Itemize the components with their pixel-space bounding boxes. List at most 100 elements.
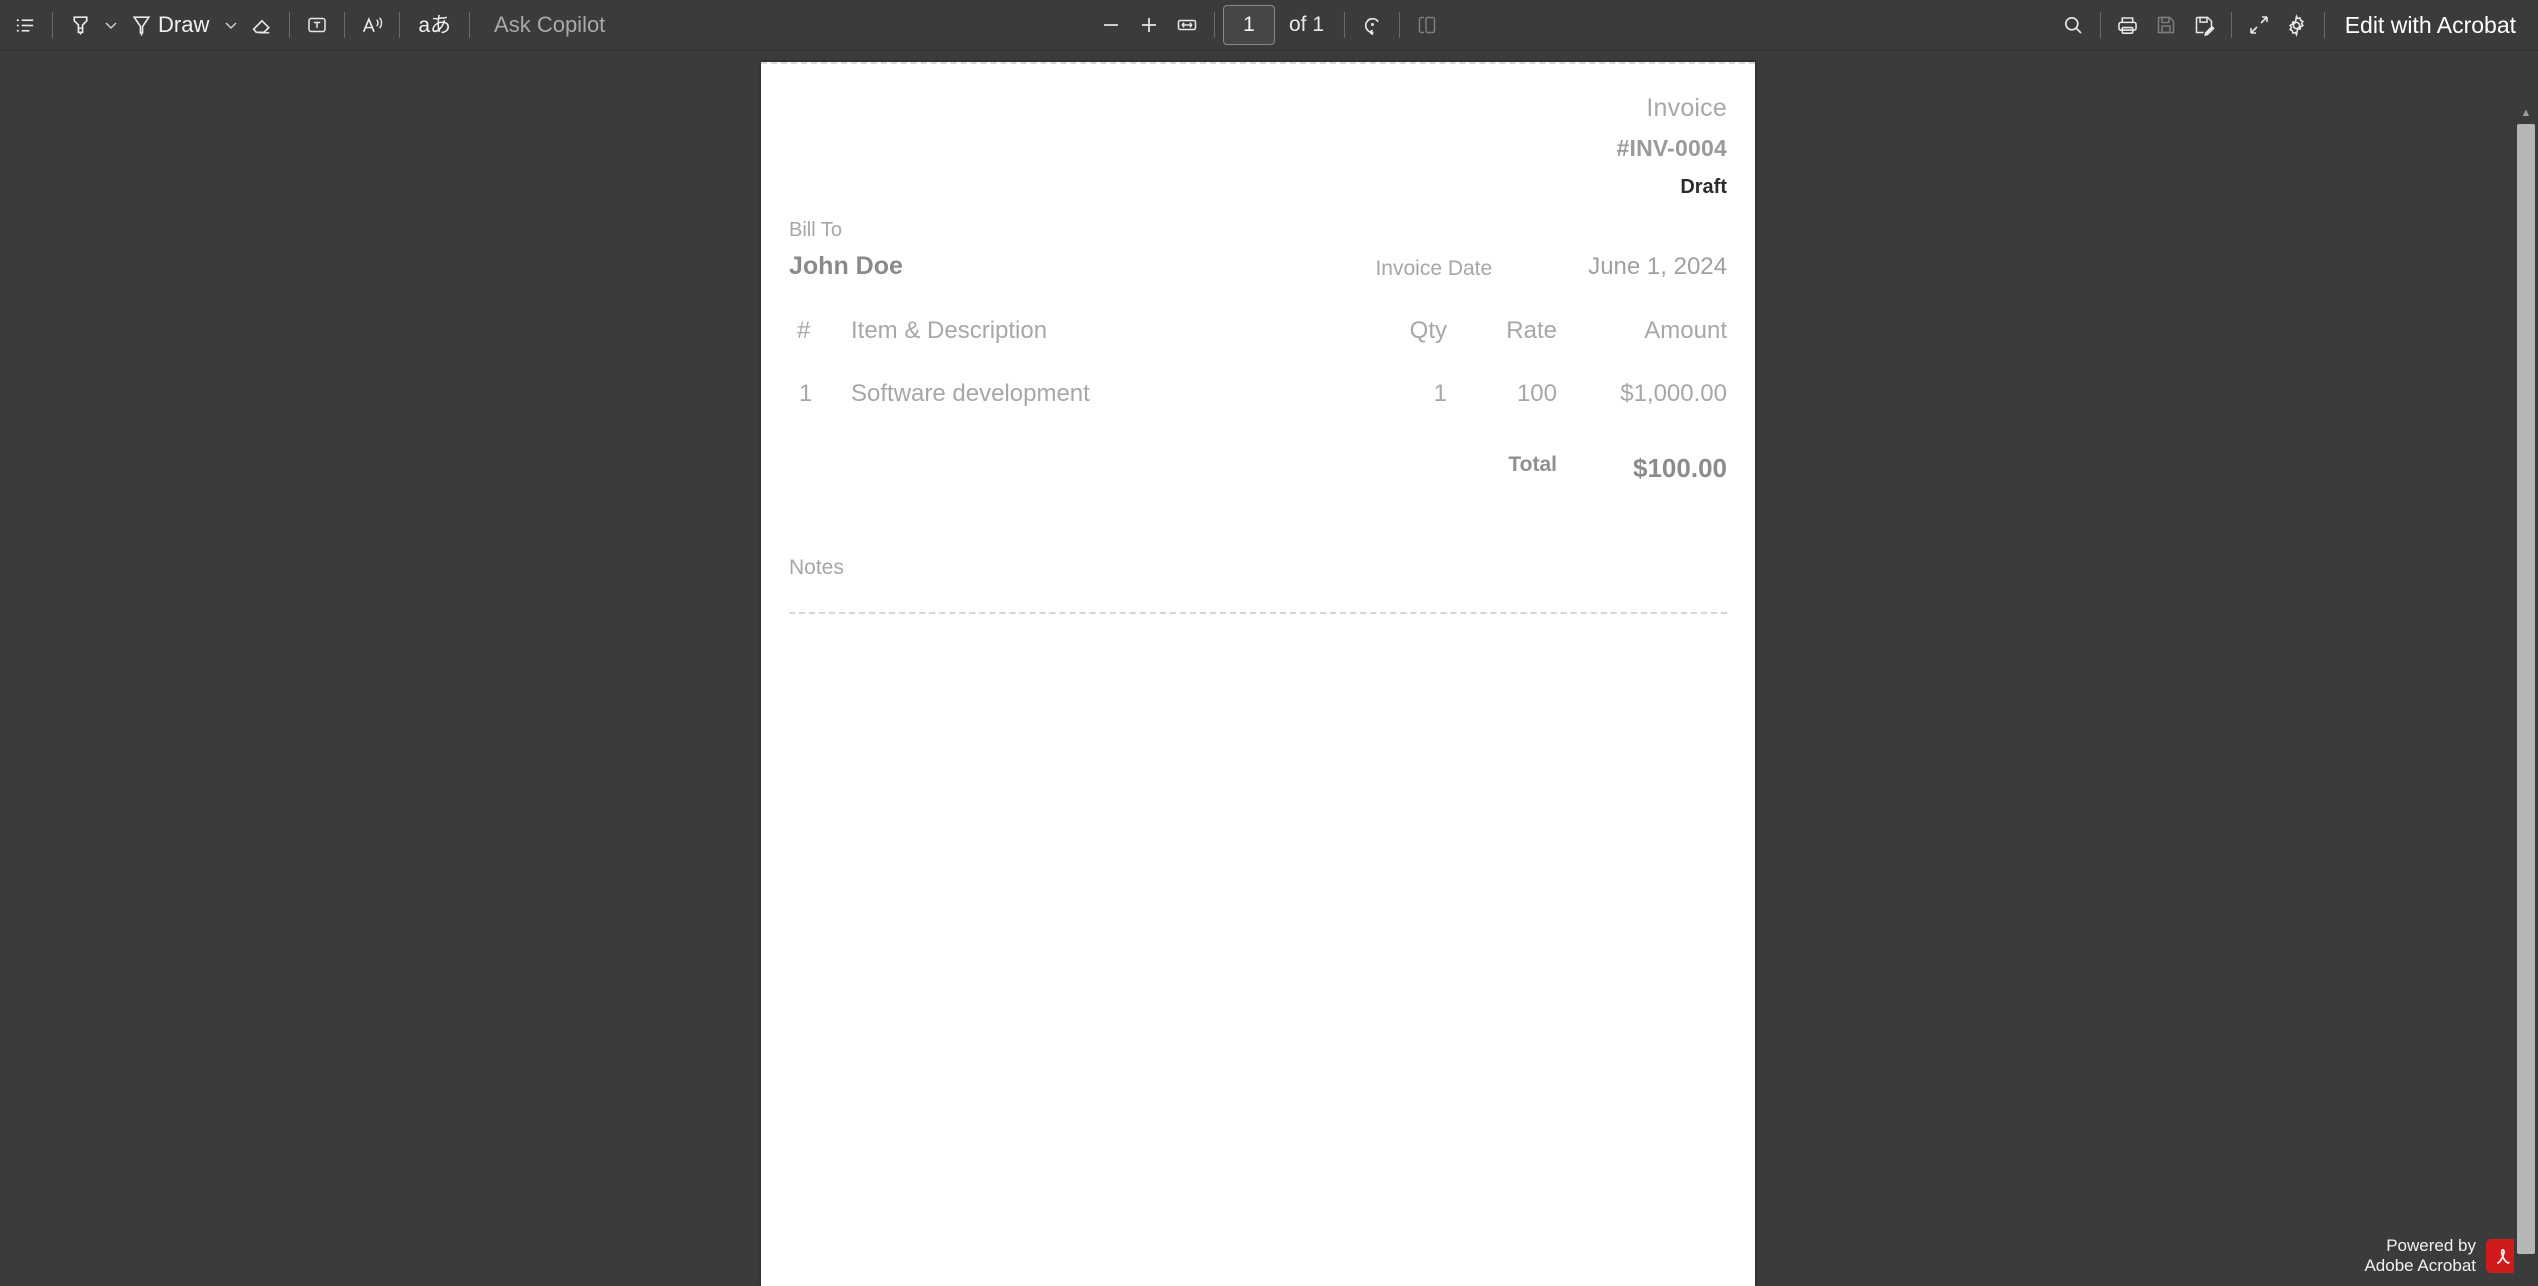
invoice-heading: Invoice bbox=[1646, 94, 1727, 122]
toolbar-right-group: Edit with Acrobat bbox=[2054, 6, 2528, 44]
totals-row: Total $100.00 bbox=[789, 453, 1727, 484]
column-header-description: Item & Description bbox=[851, 317, 1048, 344]
search-button[interactable] bbox=[2054, 6, 2092, 44]
eraser-button[interactable] bbox=[243, 6, 281, 44]
cell-qty: 1 bbox=[1433, 380, 1447, 407]
vertical-scrollbar[interactable]: ▲ ▼ bbox=[2514, 102, 2538, 1286]
translate-button[interactable]: aあ bbox=[408, 6, 461, 44]
ask-copilot-button[interactable]: Ask Copilot bbox=[478, 6, 621, 44]
scrollbar-thumb[interactable] bbox=[2517, 124, 2535, 1254]
save-as-icon bbox=[2192, 13, 2216, 37]
pdf-page: Invoice #INV-0004 Draft Bill To John Doe… bbox=[761, 62, 1755, 1286]
rotate-button[interactable] bbox=[1353, 6, 1391, 44]
toolbar-center-group: of 1 bbox=[1092, 5, 1446, 45]
ask-copilot-label: Ask Copilot bbox=[494, 12, 606, 37]
zoom-in-button[interactable] bbox=[1130, 6, 1168, 44]
fit-width-button[interactable] bbox=[1168, 6, 1206, 44]
read-aloud-icon bbox=[360, 13, 385, 38]
pdf-viewer-canvas[interactable]: Invoice #INV-0004 Draft Bill To John Doe… bbox=[0, 51, 2538, 1286]
total-value: $100.00 bbox=[1633, 453, 1727, 483]
search-icon bbox=[2061, 13, 2085, 37]
bill-and-date-row: Bill To John Doe Invoice Date June 1, 20… bbox=[789, 219, 1727, 281]
two-page-view-button[interactable] bbox=[1408, 6, 1446, 44]
minus-icon bbox=[1099, 13, 1123, 37]
save-button[interactable] bbox=[2147, 6, 2185, 44]
page-count-label: of 1 bbox=[1288, 13, 1325, 36]
pen-icon bbox=[129, 13, 154, 38]
cell-rate: 100 bbox=[1516, 380, 1557, 407]
invoice-content: Invoice #INV-0004 Draft Bill To John Doe… bbox=[761, 62, 1755, 614]
powered-by-watermark: Powered by Adobe Acrobat bbox=[2364, 1236, 2520, 1276]
column-header-qty: Qty bbox=[1409, 317, 1447, 344]
toolbar-divider bbox=[289, 12, 291, 38]
toolbar-divider bbox=[399, 12, 401, 38]
bill-to-name: John Doe bbox=[789, 252, 903, 280]
invoice-date-value: June 1, 2024 bbox=[1588, 253, 1727, 280]
watermark-line-1: Powered by bbox=[2386, 1236, 2476, 1255]
watermark-line-2: Adobe Acrobat bbox=[2364, 1256, 2476, 1275]
bill-to-label: Bill To bbox=[789, 219, 842, 241]
chevron-down-icon bbox=[223, 17, 239, 33]
sidebar-toggle-button[interactable] bbox=[6, 6, 44, 44]
zoom-out-button[interactable] bbox=[1092, 6, 1130, 44]
print-button[interactable] bbox=[2109, 6, 2147, 44]
fit-width-icon bbox=[1175, 13, 1199, 37]
toolbar-divider bbox=[1399, 12, 1401, 38]
cell-description: Software development bbox=[851, 380, 1090, 407]
rotate-icon bbox=[1360, 13, 1385, 38]
expand-icon bbox=[2247, 13, 2271, 37]
save-icon bbox=[2154, 13, 2178, 37]
cell-amount: $1,000.00 bbox=[1620, 380, 1727, 407]
status-badge: Draft bbox=[1680, 176, 1727, 198]
text-box-button[interactable] bbox=[298, 6, 336, 44]
notes-label: Notes bbox=[789, 556, 844, 579]
total-label: Total bbox=[1508, 453, 1557, 476]
toolbar-divider bbox=[1344, 12, 1346, 38]
scroll-up-arrow[interactable]: ▲ bbox=[2514, 102, 2538, 124]
notes-dashed-divider bbox=[789, 612, 1727, 614]
pdf-toolbar: Draw aあ Ask Copilot 1 of 1 Edit with Acr… bbox=[0, 0, 2538, 51]
toolbar-divider bbox=[2230, 12, 2232, 38]
notes-block: Notes bbox=[789, 556, 1727, 614]
invoice-title-block: Invoice #INV-0004 Draft bbox=[789, 94, 1728, 199]
bill-to-block: Bill To John Doe bbox=[789, 219, 1375, 281]
page-number-input[interactable] bbox=[1222, 5, 1275, 45]
highlighter-options-button[interactable] bbox=[99, 6, 123, 44]
watermark-text: Powered by Adobe Acrobat bbox=[2364, 1236, 2476, 1276]
chevron-down-icon bbox=[103, 17, 119, 33]
two-page-view-icon bbox=[1415, 13, 1439, 37]
gear-icon bbox=[2284, 13, 2309, 38]
read-aloud-button[interactable] bbox=[353, 6, 391, 44]
table-row: 1 Software development 1 100 $1,000.00 bbox=[789, 355, 1727, 408]
toolbar-divider bbox=[469, 12, 471, 38]
print-icon bbox=[2115, 13, 2140, 38]
table-header-row: # Item & Description Qty Rate Amount bbox=[789, 317, 1727, 355]
column-header-number: # bbox=[797, 317, 811, 344]
highlighter-button[interactable] bbox=[61, 6, 99, 44]
draw-label: Draw bbox=[158, 12, 210, 37]
text-box-icon bbox=[305, 13, 329, 37]
translate-icon: aあ bbox=[418, 13, 452, 37]
toolbar-divider bbox=[344, 12, 346, 38]
plus-icon bbox=[1137, 13, 1161, 37]
cell-number: 1 bbox=[799, 380, 813, 407]
list-icon bbox=[14, 14, 37, 37]
toolbar-divider bbox=[52, 12, 53, 38]
save-as-button[interactable] bbox=[2185, 6, 2223, 44]
draw-button[interactable]: Draw bbox=[123, 6, 219, 44]
invoice-date-label: Invoice Date bbox=[1375, 257, 1493, 280]
line-items-table: # Item & Description Qty Rate Amount 1 S… bbox=[789, 317, 1727, 408]
edit-with-acrobat-button[interactable]: Edit with Acrobat bbox=[2333, 12, 2528, 39]
toolbar-divider bbox=[2323, 12, 2325, 38]
settings-button[interactable] bbox=[2278, 6, 2316, 44]
column-header-amount: Amount bbox=[1644, 317, 1727, 344]
column-header-rate: Rate bbox=[1506, 317, 1557, 344]
toolbar-divider bbox=[1213, 12, 1215, 38]
toolbar-left-group: Draw aあ Ask Copilot bbox=[0, 6, 621, 44]
eraser-icon bbox=[250, 13, 275, 38]
fullscreen-button[interactable] bbox=[2240, 6, 2278, 44]
toolbar-divider bbox=[2099, 12, 2101, 38]
highlighter-icon bbox=[68, 13, 93, 38]
draw-options-button[interactable] bbox=[219, 6, 243, 44]
invoice-number: #INV-0004 bbox=[1616, 135, 1727, 161]
